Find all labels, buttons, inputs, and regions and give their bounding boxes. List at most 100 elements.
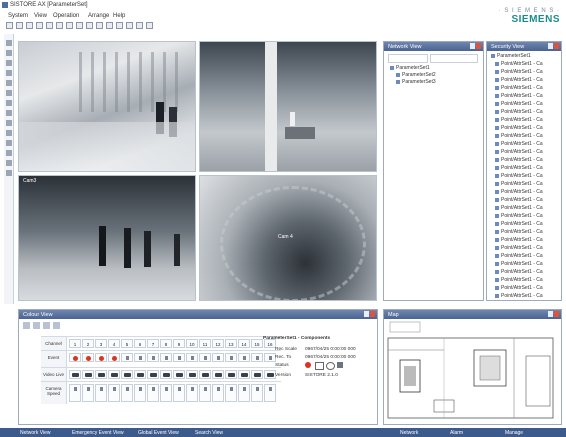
camera-view-3[interactable]: Cam3 [18, 175, 196, 301]
security-tree-item[interactable]: Point/AttrSet1 - Ca [495, 229, 543, 235]
network-view-search-input[interactable] [388, 54, 428, 63]
left-tool-icon[interactable] [6, 60, 12, 66]
toolbar-button[interactable] [126, 22, 133, 29]
security-tree-item[interactable]: Point/AttrSet1 - Ca [495, 133, 543, 139]
security-tree-item[interactable]: Point/AttrSet1 - Ca [495, 181, 543, 187]
close-icon[interactable] [370, 311, 375, 317]
channel-number-cell[interactable]: 9 [173, 339, 185, 348]
close-icon[interactable] [554, 311, 559, 317]
camera-speed-cell[interactable] [173, 384, 185, 402]
camera-view-4[interactable]: Cam 4 [199, 175, 377, 301]
security-tree-item[interactable]: Point/AttrSet1 - Ca [495, 189, 543, 195]
floor-plan-map[interactable] [384, 320, 561, 424]
camera-speed-cell[interactable] [147, 384, 159, 402]
event-cell[interactable] [160, 353, 172, 362]
camera-speed-cell[interactable] [225, 384, 237, 402]
network-tree-item[interactable]: ParameterSet3 [396, 79, 436, 85]
event-cell[interactable] [238, 353, 250, 362]
left-tool-icon[interactable] [6, 170, 12, 176]
video-live-cell[interactable] [212, 370, 224, 379]
network-view-filter-input[interactable] [430, 54, 478, 63]
security-tree-item[interactable]: Point/AttrSet1 - Ca [495, 173, 543, 179]
video-live-cell[interactable] [95, 370, 107, 379]
video-live-cell[interactable] [134, 370, 146, 379]
toolbar-button[interactable] [96, 22, 103, 29]
camera-view-1[interactable] [18, 41, 196, 172]
video-live-cell[interactable] [82, 370, 94, 379]
camera-speed-cell[interactable] [264, 384, 276, 402]
security-tree-item[interactable]: Point/AttrSet1 - Ca [495, 125, 543, 131]
camera-speed-cell[interactable] [69, 384, 81, 402]
channel-number-cell[interactable]: 10 [186, 339, 198, 348]
security-tree-item[interactable]: Point/AttrSet1 - Ca [495, 149, 543, 155]
video-live-cell[interactable] [121, 370, 133, 379]
channel-number-cell[interactable]: 13 [225, 339, 237, 348]
status-box-icon[interactable] [315, 362, 324, 370]
menu-help[interactable]: Help [113, 13, 125, 19]
toolbar-button[interactable] [86, 22, 93, 29]
security-tree-item[interactable]: Point/AttrSet1 - Ca [495, 165, 543, 171]
toolbar-button[interactable] [16, 22, 23, 29]
tool-icon[interactable] [43, 322, 50, 329]
toolbar-button[interactable] [146, 22, 153, 29]
statusbar-tab[interactable]: Search View [195, 430, 223, 436]
event-cell[interactable] [212, 353, 224, 362]
tool-icon[interactable] [23, 322, 30, 329]
camera-speed-cell[interactable] [212, 384, 224, 402]
video-live-cell[interactable] [160, 370, 172, 379]
video-live-cell[interactable] [238, 370, 250, 379]
camera-speed-cell[interactable] [238, 384, 250, 402]
video-live-cell[interactable] [173, 370, 185, 379]
event-cell[interactable] [95, 353, 107, 362]
network-tree-root[interactable]: ParameterSet1 [390, 65, 430, 71]
channel-number-cell[interactable]: 5 [121, 339, 133, 348]
security-tree-item[interactable]: Point/AttrSet1 - Ca [495, 109, 543, 115]
toolbar-button[interactable] [66, 22, 73, 29]
statusbar-tab[interactable]: Global Event View [138, 430, 179, 436]
security-tree-item[interactable]: Point/AttrSet1 - Ca [495, 141, 543, 147]
channel-number-cell[interactable]: 3 [95, 339, 107, 348]
toolbar-button[interactable] [106, 22, 113, 29]
toolbar-button[interactable] [116, 22, 123, 29]
camera-speed-cell[interactable] [160, 384, 172, 402]
security-tree-item[interactable]: Point/AttrSet1 - Ca [495, 261, 543, 267]
pin-icon[interactable] [548, 43, 553, 49]
left-tool-icon[interactable] [6, 130, 12, 136]
event-cell[interactable] [108, 353, 120, 362]
camera-speed-cell[interactable] [82, 384, 94, 402]
security-tree-item[interactable]: Point/AttrSet1 - Ca [495, 93, 543, 99]
statusbar-tab[interactable]: Emergency Event View [72, 430, 124, 436]
toolbar-button[interactable] [6, 22, 13, 29]
security-tree-item[interactable]: Point/AttrSet1 - Ca [495, 117, 543, 123]
security-tree-item[interactable]: Point/AttrSet1 - Ca [495, 101, 543, 107]
event-cell[interactable] [225, 353, 237, 362]
security-tree-item[interactable]: Point/AttrSet1 - Ca [495, 237, 543, 243]
toolbar-button[interactable] [46, 22, 53, 29]
event-cell[interactable] [147, 353, 159, 362]
security-tree-item[interactable]: Point/AttrSet1 - Ca [495, 253, 543, 259]
left-tool-icon[interactable] [6, 150, 12, 156]
channel-number-cell[interactable]: 14 [238, 339, 250, 348]
toolbar-button[interactable] [136, 22, 143, 29]
security-tree-root[interactable]: ParameterSet1 [491, 53, 531, 59]
channel-number-cell[interactable]: 11 [199, 339, 211, 348]
toolbar-button[interactable] [36, 22, 43, 29]
left-tool-icon[interactable] [6, 80, 12, 86]
security-tree-item[interactable]: Point/AttrSet1 - Ca [495, 285, 543, 291]
security-tree-item[interactable]: Point/AttrSet1 - Ca [495, 61, 543, 67]
channel-number-cell[interactable]: 8 [160, 339, 172, 348]
video-live-cell[interactable] [199, 370, 211, 379]
video-live-cell[interactable] [69, 370, 81, 379]
menu-arrange[interactable]: Arrange [88, 13, 109, 19]
left-tool-icon[interactable] [6, 140, 12, 146]
left-tool-icon[interactable] [6, 50, 12, 56]
video-live-cell[interactable] [186, 370, 198, 379]
event-cell[interactable] [134, 353, 146, 362]
tool-icon[interactable] [53, 322, 60, 329]
close-icon[interactable] [476, 43, 481, 49]
security-tree-item[interactable]: Point/AttrSet1 - Ca [495, 221, 543, 227]
settings-icon[interactable] [337, 362, 343, 368]
camera-speed-cell[interactable] [251, 384, 263, 402]
security-tree-item[interactable]: Point/AttrSet1 - Ca [495, 157, 543, 163]
camera-speed-cell[interactable] [199, 384, 211, 402]
